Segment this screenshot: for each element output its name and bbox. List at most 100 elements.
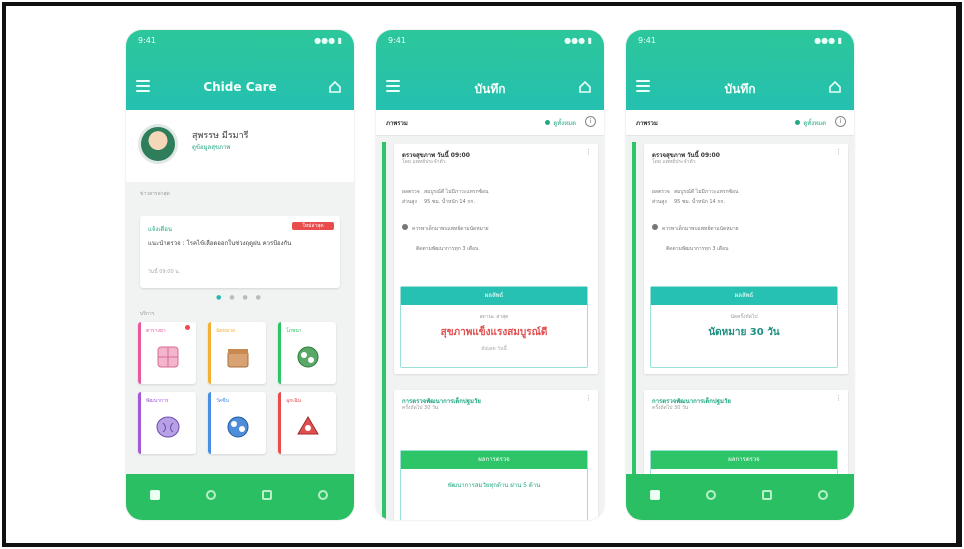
tile-label: โภชนา — [286, 328, 302, 334]
detail-key: ส่วนสูง — [402, 199, 417, 205]
detail-row: ผลตรวจ สมบูรณ์ดี ไม่มีภาวะแทรกซ้อน — [402, 188, 488, 196]
notice-title: แจ้งเตือน — [148, 226, 172, 233]
service-tile-vaccine[interactable]: วัคซีน — [208, 392, 266, 454]
info-icon[interactable]: i — [835, 116, 846, 127]
menu-icon[interactable] — [386, 80, 400, 94]
more-options-icon[interactable]: ⋮ — [585, 394, 592, 402]
vaccine-icon — [227, 416, 249, 438]
phone-appointment-screen: 9:41 ●●● ▮ บันทึก ภาพรวม ดูทั้งหมด i ตรว… — [626, 30, 854, 520]
box-icon — [227, 349, 249, 368]
alert-icon — [402, 224, 408, 230]
view-all-link[interactable]: ดูทั้งหมด — [795, 118, 826, 128]
notice-card[interactable]: แจ้งเตือน ใหม่ล่าสุด แนะนำตรวจ : โรคไข้เ… — [140, 216, 340, 288]
detail-row: ผลตรวจ สมบูรณ์ดี ไม่มีภาวะแทรกซ้อน — [652, 188, 738, 196]
nav-home-icon[interactable] — [650, 490, 660, 500]
view-all-link[interactable]: ดูทั้งหมด — [545, 118, 576, 128]
detail-key: ส่วนสูง — [652, 199, 667, 205]
menu-icon[interactable] — [136, 80, 150, 94]
detail-key: ผลตรวจ — [652, 189, 670, 195]
phone-home-screen: 9:41 ●●● ▮ Chide Care สุพรรษ มีรมารี ดูข… — [126, 30, 354, 520]
timeline-line — [632, 142, 636, 520]
status-badge: ใหม่ล่าสุด — [292, 222, 334, 230]
result-header: ผลลัพธ์ — [401, 287, 587, 305]
result-label: สถานะ ล่าสุด — [479, 314, 509, 320]
filter-label: ภาพรวม — [386, 120, 408, 127]
app-title: Chide Care — [203, 80, 277, 94]
nav-profile-icon[interactable] — [818, 490, 828, 500]
more-options-icon[interactable]: ⋮ — [585, 148, 592, 156]
card-subtitle: โดย แพทย์ประจำตัว — [402, 159, 446, 165]
status-time: 9:41 — [388, 36, 406, 45]
result-value: นัดหมาย 30 วัน — [708, 327, 780, 338]
nav-calendar-icon[interactable] — [206, 490, 216, 500]
new-dot — [185, 325, 190, 330]
filter-label: ภาพรวม — [636, 120, 658, 127]
result-box: ผลลัพธ์ นัดครั้งถัดไป นัดหมาย 30 วัน — [650, 286, 838, 368]
nav-profile-icon[interactable] — [318, 490, 328, 500]
detail-row: ส่วนสูง 95 ซม. น้ำหนัก 14 กก. — [652, 198, 725, 206]
nav-records-icon[interactable] — [262, 490, 272, 500]
bottom-nav — [126, 474, 354, 520]
app-title: บันทึก — [474, 82, 506, 96]
result-box: ผลลัพธ์ สถานะ ล่าสุด สุขภาพแข็งแรงสมบูรณ… — [400, 286, 588, 368]
info-icon[interactable]: i — [585, 116, 596, 127]
note-line-2: ติดตามพัฒนาการทุก 3 เดือน — [416, 246, 479, 252]
note-line: ควรพาเด็กมาพบแพทย์ตามนัดหมาย — [402, 224, 590, 233]
service-tile-development[interactable]: พัฒนาการ — [138, 392, 196, 454]
app-header: 9:41 ●●● ▮ บันทึก — [376, 30, 604, 110]
carousel-dots[interactable]: ● ● ● ● — [126, 294, 354, 301]
more-options-icon[interactable]: ⋮ — [835, 394, 842, 402]
profile-subtitle[interactable]: ดูข้อมูลสุขภาพ — [192, 142, 230, 152]
profile-name: สุพรรษ มีรมารี — [192, 131, 249, 141]
tile-label: ฉุกเฉิน — [286, 398, 301, 404]
result-header: ผลการตรวจ — [651, 451, 837, 469]
avatar[interactable] — [138, 124, 178, 164]
service-tile-emergency[interactable]: ฉุกเฉิน — [278, 392, 336, 454]
notice-body: แนะนำตรวจ : โรคไข้เลือดออกในช่วงฤดูฝน คว… — [148, 240, 292, 247]
brain-icon — [156, 416, 180, 438]
app-header: 9:41 ●●● ▮ บันทึก — [626, 30, 854, 110]
signal-icon: ●●● ▮ — [814, 36, 842, 45]
detail-value: สมบูรณ์ดี ไม่มีภาวะแทรกซ้อน — [674, 189, 739, 195]
detail-value: 95 ซม. น้ำหนัก 14 กก. — [424, 199, 475, 205]
filter-bar: ภาพรวม ดูทั้งหมด i — [376, 110, 604, 136]
status-time: 9:41 — [138, 36, 156, 45]
detail-value: 95 ซม. น้ำหนัก 14 กก. — [674, 199, 725, 205]
nav-home-icon[interactable] — [150, 490, 160, 500]
note-line-2: ติดตามพัฒนาการทุก 3 เดือน — [666, 246, 729, 252]
home-icon[interactable] — [828, 80, 842, 94]
home-icon[interactable] — [578, 80, 592, 94]
bottom-nav — [626, 474, 854, 520]
service-tile-appointment[interactable]: นัดหมาย — [208, 322, 266, 384]
leaf-icon — [297, 346, 319, 368]
profile-card[interactable]: สุพรรษ มีรมารี ดูข้อมูลสุขภาพ — [126, 110, 354, 182]
card-subtitle: ครั้งถัดไป 30 วัน — [652, 405, 689, 411]
nav-calendar-icon[interactable] — [706, 490, 716, 500]
filter-bar: ภาพรวม ดูทั้งหมด i — [626, 110, 854, 136]
note-line: ควรพาเด็กมาพบแพทย์ตามนัดหมาย — [652, 224, 840, 233]
result-box: ผลการตรวจ พัฒนาการสมวัยทุกด้าน ผ่าน 5 ด้… — [400, 450, 588, 520]
menu-icon[interactable] — [636, 80, 650, 94]
result-header: ผลลัพธ์ — [651, 287, 837, 305]
section-title-news: ข่าวสารล่าสุด — [140, 191, 170, 197]
app-title: บันทึก — [724, 82, 756, 96]
pill-box-icon — [157, 346, 179, 368]
timeline-line — [382, 142, 386, 520]
nav-records-icon[interactable] — [762, 490, 772, 500]
tile-label: วัคซีน — [216, 398, 229, 404]
status-bar: 9:41 ●●● ▮ — [388, 36, 592, 48]
tile-label: นัดหมาย — [216, 328, 235, 334]
more-options-icon[interactable]: ⋮ — [835, 148, 842, 156]
result-header: ผลการตรวจ — [401, 451, 587, 469]
detail-value: สมบูรณ์ดี ไม่มีภาวะแทรกซ้อน — [424, 189, 489, 195]
result-value: สุขภาพแข็งแรงสมบูรณ์ดี — [440, 327, 548, 338]
home-icon[interactable] — [328, 80, 342, 94]
status-bar: 9:41 ●●● ▮ — [138, 36, 342, 48]
signal-icon: ●●● ▮ — [314, 36, 342, 45]
service-tile-medicine[interactable]: ตารางยา — [138, 322, 196, 384]
emergency-icon — [297, 416, 319, 435]
card-subtitle: ครั้งถัดไป 30 วัน — [402, 405, 439, 411]
service-tile-nutrition[interactable]: โภชนา — [278, 322, 336, 384]
card-subtitle: โดย แพทย์ประจำตัว — [652, 159, 696, 165]
phone-records-screen: 9:41 ●●● ▮ บันทึก ภาพรวม ดูทั้งหมด i ตรว… — [376, 30, 604, 520]
